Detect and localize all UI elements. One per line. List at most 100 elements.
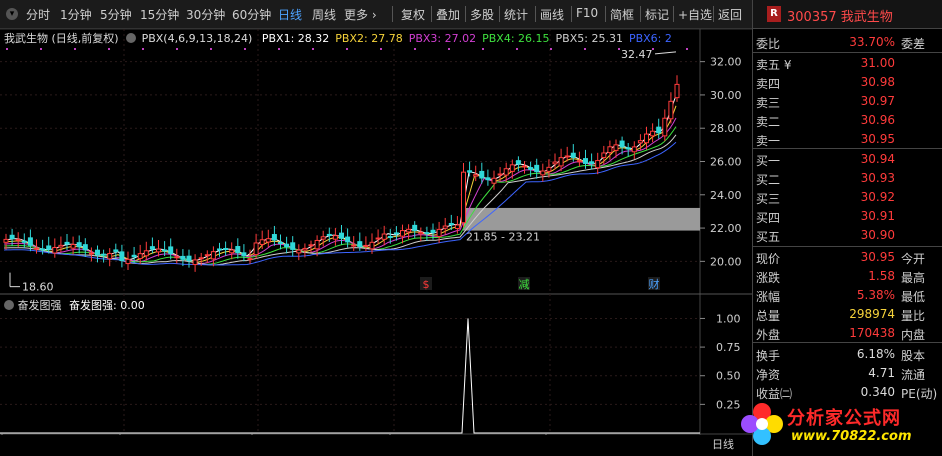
stat-value: 298974	[849, 307, 895, 321]
toolbar-separator	[605, 6, 606, 22]
toolbar-period-8[interactable]: 更多 ›	[344, 6, 377, 23]
candle-body	[198, 257, 204, 260]
candle-body	[430, 229, 436, 234]
candle-body	[448, 222, 454, 225]
candle-body	[235, 246, 241, 254]
stat-row: 总量 298974 量比	[753, 305, 942, 324]
toolbar-action-4[interactable]: 画线	[540, 6, 564, 23]
stat2-row: 换手 6.18% 股本	[753, 345, 942, 364]
indicator-settings-icon[interactable]	[126, 33, 137, 43]
candle-body	[217, 248, 222, 251]
stock-name: 我武生物	[840, 10, 893, 25]
toolbar-action-6[interactable]: 简框	[610, 6, 634, 23]
toolbar-period-4[interactable]: 30分钟	[186, 6, 225, 23]
toolbar-action-7[interactable]: 标记	[645, 6, 669, 23]
candle-body	[387, 235, 393, 238]
candle-body	[442, 225, 448, 229]
marker-dot	[584, 48, 586, 50]
candle-body	[595, 160, 601, 169]
stat-value: 170438	[849, 326, 895, 340]
toolbar-action-0[interactable]: 复权	[401, 6, 425, 23]
kline-chart-area[interactable]: 32.00 30.00 28.00 26.00 24.00 22.00 20.00 21.85…	[0, 28, 752, 451]
ask-row[interactable]: 卖二 30.96	[753, 111, 942, 130]
candle-body	[143, 250, 149, 257]
toolbar-action-8[interactable]: +自选	[678, 6, 712, 23]
watermark-cn: 分析家公式网	[787, 408, 901, 429]
ask-row[interactable]: 卖四 30.98	[753, 73, 942, 92]
ask-row[interactable]: 卖五 ¥ 31.00	[753, 54, 942, 73]
toolbar-period-1[interactable]: 1分钟	[60, 6, 92, 23]
sub-chart-title[interactable]: 奋发图强	[18, 299, 62, 312]
toolbar-action-9[interactable]: 返回	[718, 6, 742, 23]
high-marker: 32.47	[621, 48, 653, 61]
candle-body	[156, 248, 161, 253]
marker-dot	[618, 48, 620, 50]
sub-indicator-settings-icon[interactable]	[4, 300, 14, 310]
quote-panel: R 300357 我武生物 委比 33.70% 委差 卖五 ¥ 31.00 卖四 30…	[752, 0, 942, 456]
marker-dot	[244, 48, 246, 50]
toolbar-period-0[interactable]: 分时	[26, 6, 50, 23]
candle-body	[40, 248, 46, 251]
event-marker-0[interactable]: $	[423, 278, 430, 291]
candle-body	[125, 258, 131, 265]
bid-row[interactable]: 买五 30.90	[753, 226, 942, 245]
chart-toolbar: ▾ 分时 1分钟 5分钟 15分钟 30分钟 60分钟 日线 周线 更多 › 复权 叠加 多股 统计画…	[0, 0, 752, 29]
ask-row[interactable]: 卖三 30.97	[753, 92, 942, 111]
toolbar-separator	[431, 6, 432, 22]
marker-dot	[210, 48, 212, 50]
stat-row: 涨跌 1.58 最高	[753, 267, 942, 286]
candle-body	[509, 164, 515, 172]
bid-label: 买四	[756, 211, 781, 225]
candle-body	[400, 230, 405, 237]
candle-body	[204, 254, 210, 257]
toolbar-separator	[535, 6, 536, 22]
weicha-label: 委差	[901, 37, 926, 51]
toolbar-action-5[interactable]: F10	[576, 6, 598, 20]
toolbar-period-3[interactable]: 15分钟	[140, 6, 179, 23]
x-axis-period-label: 日线	[712, 438, 734, 451]
stat-row: 现价 30.95 今开	[753, 248, 942, 267]
event-marker-2[interactable]: 财	[649, 277, 660, 291]
toolbar-period-2[interactable]: 5分钟	[100, 6, 132, 23]
toolbar-action-1[interactable]: 叠加	[436, 6, 460, 23]
bid-row[interactable]: 买四 30.91	[753, 207, 942, 226]
candle-body	[302, 247, 308, 251]
ask-label: 卖一	[756, 134, 781, 148]
candle-body	[253, 242, 259, 256]
stat-right-label: 内盘	[901, 328, 926, 342]
candle-body	[229, 249, 235, 254]
toolbar-action-2[interactable]: 多股	[470, 6, 494, 23]
ask-row[interactable]: 卖一 30.95	[753, 130, 942, 149]
candle-body	[137, 253, 143, 260]
candle-body	[15, 238, 21, 241]
candle-body	[192, 259, 198, 266]
candle-body	[662, 117, 668, 137]
bid-row[interactable]: 买二 30.93	[753, 169, 942, 188]
toolbar-action-3[interactable]: 统计	[504, 6, 528, 23]
candle-body	[656, 126, 662, 134]
toolbar-period-5[interactable]: 60分钟	[232, 6, 271, 23]
pbx-line-4	[3, 126, 677, 265]
main-chart-legend: 我武生物 (日线,前复权) PBX(4,6,9,13,18,24) PBX1: …	[4, 30, 672, 46]
candle-body	[27, 237, 33, 246]
toolbar-dropdown-icon[interactable]: ▾	[6, 8, 18, 20]
kline-chart[interactable]: 32.00 30.00 28.00 26.00 24.00 22.00 20.00 21.85…	[0, 28, 752, 449]
event-marker-1[interactable]: 减	[519, 278, 530, 291]
candle-body	[503, 168, 509, 176]
bid-label: 买二	[756, 173, 781, 187]
bid-row[interactable]: 买三 30.92	[753, 188, 942, 207]
toolbar-period-7[interactable]: 周线	[312, 6, 336, 23]
bid-price: 30.90	[860, 228, 895, 242]
candle-body	[522, 165, 527, 168]
indicator-name[interactable]: PBX(4,6,9,13,18,24)	[142, 32, 253, 45]
stock-title[interactable]: 300357 我武生物	[787, 6, 893, 25]
candle-body	[515, 160, 521, 165]
weibi-label: 委比	[756, 37, 781, 51]
toolbar-separator	[571, 6, 572, 22]
bid-row[interactable]: 买一 30.94	[753, 150, 942, 169]
stat-right-label: 最高	[901, 271, 926, 285]
toolbar-period-6[interactable]: 日线	[278, 6, 302, 23]
stat2-label: 净资	[756, 368, 781, 382]
marker-dot	[652, 48, 654, 50]
candle-body	[210, 251, 216, 260]
